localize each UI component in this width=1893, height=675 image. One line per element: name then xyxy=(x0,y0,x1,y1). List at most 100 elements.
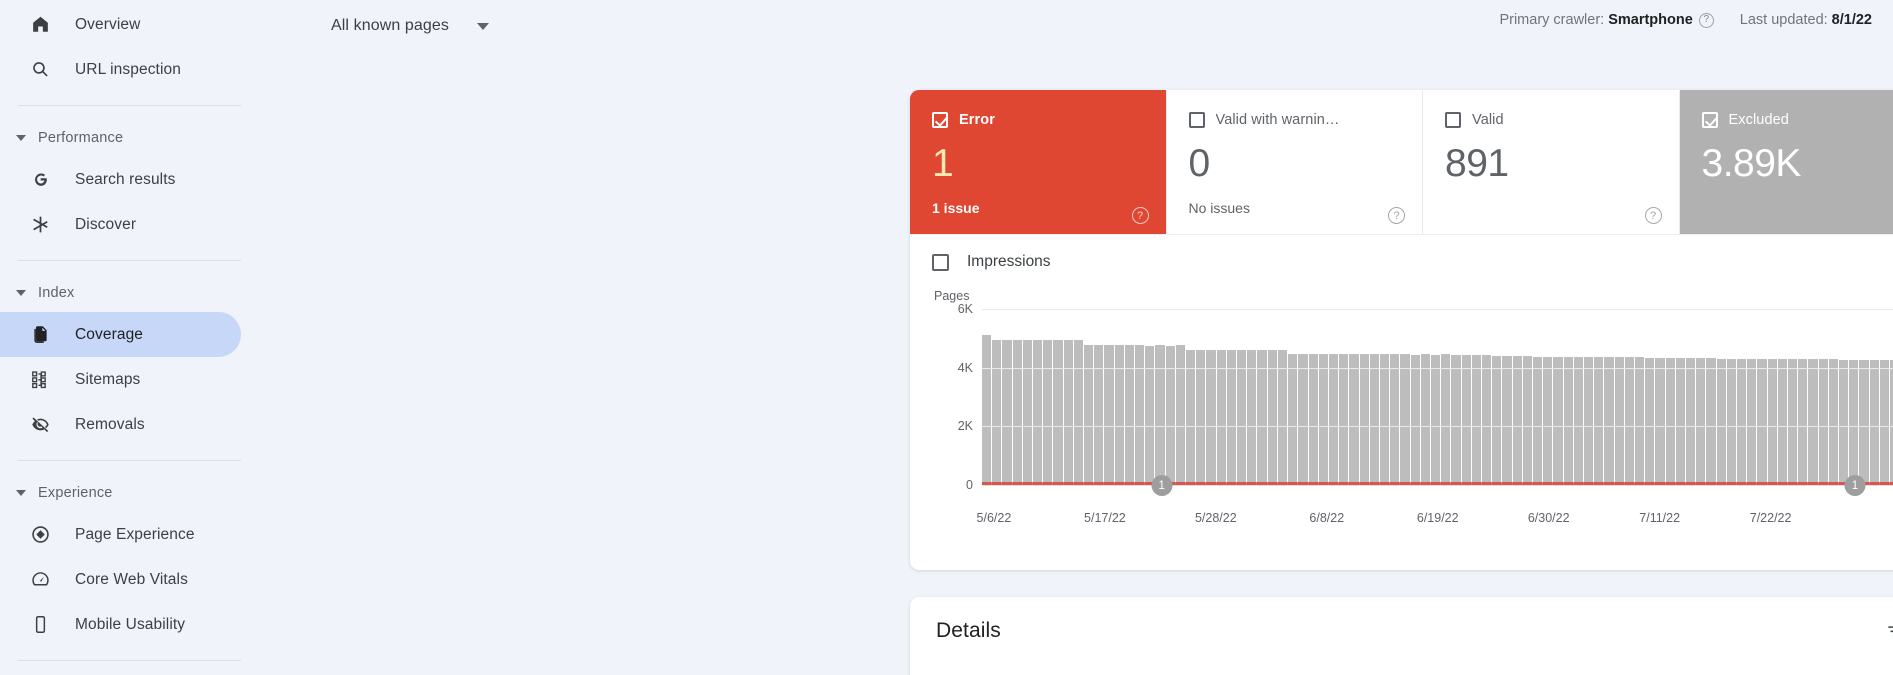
chart-bar[interactable] xyxy=(1369,354,1379,485)
chart-bar[interactable] xyxy=(1318,354,1328,485)
chart-bar[interactable] xyxy=(1237,350,1247,485)
chart-bar[interactable] xyxy=(1767,358,1777,485)
chart-bar[interactable] xyxy=(1298,354,1308,485)
chart-bar[interactable] xyxy=(1502,355,1512,485)
chart-annotation-marker[interactable]: 1 xyxy=(1844,475,1866,496)
chart-bar[interactable] xyxy=(982,335,992,485)
chart-bar[interactable] xyxy=(1481,355,1492,485)
chart-bar[interactable] xyxy=(1441,354,1451,485)
chart-bar[interactable] xyxy=(1277,350,1288,485)
impressions-toggle[interactable]: Impressions xyxy=(910,235,1893,289)
status-card-checkbox[interactable] xyxy=(1701,112,1718,128)
sidebar-item-search-results[interactable]: Search results xyxy=(0,157,241,202)
chart-bar[interactable] xyxy=(1104,345,1114,485)
chart-bar[interactable] xyxy=(1094,345,1104,485)
sidebar-group-performance[interactable]: Performance xyxy=(0,119,297,157)
chart-bar[interactable] xyxy=(1073,340,1084,485)
chart-bar[interactable] xyxy=(1645,357,1655,485)
chart-bar[interactable] xyxy=(1788,359,1798,485)
chart-bar[interactable] xyxy=(1012,339,1022,485)
help-circle-icon[interactable]: ? xyxy=(1131,207,1149,224)
chart-bar[interactable] xyxy=(1257,350,1267,485)
chart-bar[interactable] xyxy=(1022,340,1033,485)
chart-bar[interactable] xyxy=(1859,359,1869,485)
chart-bar[interactable] xyxy=(1726,358,1737,485)
chart-bar[interactable] xyxy=(1175,345,1186,485)
sidebar-item-discover[interactable]: Discover xyxy=(0,202,241,247)
chart-bar[interactable] xyxy=(1869,360,1879,485)
chart-bar[interactable] xyxy=(1522,356,1532,485)
sidebar-group-experience[interactable]: Experience xyxy=(0,474,297,512)
chart-bar[interactable] xyxy=(1349,354,1359,485)
chart-bar[interactable] xyxy=(1155,345,1165,485)
chart-bar[interactable] xyxy=(1114,345,1124,485)
chart-bar[interactable] xyxy=(1063,340,1073,485)
chart-bar[interactable] xyxy=(1839,359,1849,485)
chart-bar[interactable] xyxy=(1737,358,1747,485)
filter-icon[interactable] xyxy=(1877,614,1893,648)
status-card-valid[interactable]: Valid 891? xyxy=(1423,90,1680,234)
sidebar-item-removals[interactable]: Removals xyxy=(0,402,241,447)
sidebar-item-mobile-usability[interactable]: Mobile Usability xyxy=(0,602,241,647)
chart-bar[interactable] xyxy=(1686,358,1696,485)
status-card-valid-with-warnin[interactable]: Valid with warnin… 0 No issues? xyxy=(1166,90,1423,234)
chart-bar[interactable] xyxy=(992,339,1002,485)
chart-bar[interactable] xyxy=(1675,358,1686,485)
help-circle-icon[interactable]: ? xyxy=(1698,12,1714,28)
chart-bar[interactable] xyxy=(1288,354,1298,485)
status-card-checkbox[interactable] xyxy=(1188,112,1205,128)
help-circle-icon[interactable]: ? xyxy=(1644,207,1662,224)
chart-bar[interactable] xyxy=(1186,350,1196,485)
chart-bar[interactable] xyxy=(1512,356,1522,485)
chart-bar[interactable] xyxy=(1614,357,1624,485)
chart-bar[interactable] xyxy=(1635,357,1645,485)
chart-bar[interactable] xyxy=(1359,354,1369,485)
chart-bar[interactable] xyxy=(1583,356,1594,485)
page-scope-selector[interactable]: All known pages xyxy=(319,8,499,44)
chart-bar[interactable] xyxy=(1492,355,1502,485)
chart-bar[interactable] xyxy=(1410,354,1420,485)
sidebar-item-coverage[interactable]: Coverage xyxy=(0,312,241,357)
chart-bar[interactable] xyxy=(1328,354,1339,485)
chart-bar[interactable] xyxy=(1390,354,1400,485)
chart-bar[interactable] xyxy=(1594,357,1604,485)
chart-bar[interactable] xyxy=(1828,359,1839,485)
chart-bar[interactable] xyxy=(1430,354,1441,485)
chart-bar[interactable] xyxy=(1196,350,1206,485)
sidebar-group-index[interactable]: Index xyxy=(0,274,297,312)
status-card-checkbox[interactable] xyxy=(1445,112,1461,128)
chart-bar[interactable] xyxy=(1216,350,1226,485)
chart-bar[interactable] xyxy=(1777,359,1788,485)
chart-bar[interactable] xyxy=(1165,345,1175,485)
chart-bar[interactable] xyxy=(1206,350,1216,485)
sidebar-item-sitemaps[interactable]: Sitemaps xyxy=(0,357,241,402)
chart-bar[interactable] xyxy=(1706,358,1716,485)
chart-bar[interactable] xyxy=(1308,354,1318,485)
sidebar-item-url-inspection[interactable]: URL inspection xyxy=(0,47,241,92)
chart-bar[interactable] xyxy=(1798,359,1808,485)
chart-bar[interactable] xyxy=(1747,358,1757,485)
chart-bar[interactable] xyxy=(1339,354,1349,485)
sidebar-item-core-web-vitals[interactable]: Core Web Vitals xyxy=(0,557,241,602)
chart-bar[interactable] xyxy=(1553,356,1563,485)
chart-bar[interactable] xyxy=(1451,354,1461,485)
chart-bar[interactable] xyxy=(1461,355,1471,485)
chart-bar[interactable] xyxy=(1002,339,1012,485)
chart-bar[interactable] xyxy=(1267,350,1277,485)
sidebar-item-overview[interactable]: Overview xyxy=(0,2,241,47)
chart-bar[interactable] xyxy=(1665,358,1675,485)
impressions-checkbox[interactable] xyxy=(932,253,949,271)
chart-bar[interactable] xyxy=(1135,345,1145,485)
chart-bar[interactable] xyxy=(1808,359,1818,485)
chart-bar[interactable] xyxy=(1573,356,1583,485)
chart-bar[interactable] xyxy=(1532,356,1543,485)
status-card-checkbox[interactable] xyxy=(932,112,948,128)
status-card-error[interactable]: Error 1 1 issue? xyxy=(910,90,1167,234)
chart-bar[interactable] xyxy=(1563,356,1573,485)
chart-bar[interactable] xyxy=(1247,350,1257,485)
sidebar-item-page-experience[interactable]: Page Experience xyxy=(0,512,241,557)
chart-bar[interactable] xyxy=(1084,345,1094,485)
help-circle-icon[interactable]: ? xyxy=(1388,207,1405,224)
chart-bar[interactable] xyxy=(1043,340,1053,485)
chart-bar[interactable] xyxy=(1033,339,1043,485)
